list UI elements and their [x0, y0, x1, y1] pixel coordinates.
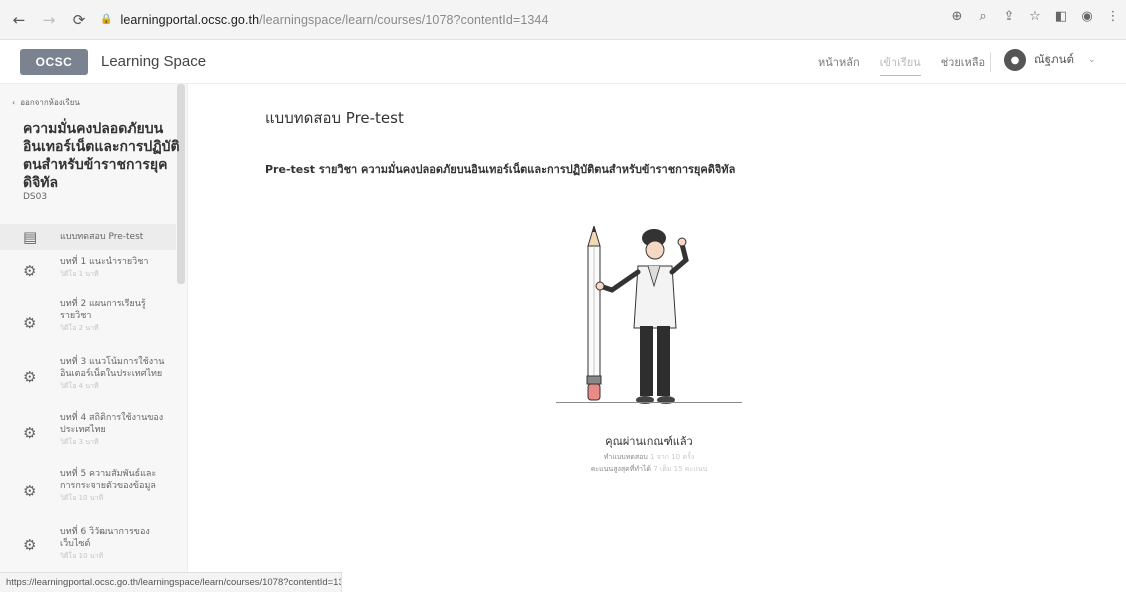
- lesson-item[interactable]: ⚙ บทที่ 6 วิวัฒนาการของเว็บไซต์ วิดีโอ 1…: [0, 524, 176, 570]
- lesson-duration: วิดีโอ 4 นาที: [60, 382, 99, 390]
- nav-home[interactable]: หน้าหลัก: [818, 53, 860, 76]
- lesson-title: บทที่ 3 แนวโน้มการใช้งานอินเตอร์เน็ตในปร…: [60, 357, 165, 379]
- nav-learn[interactable]: เข้าเรียน: [879, 53, 921, 76]
- lesson-duration: วิดีโอ 10 นาที: [60, 552, 104, 560]
- url-path: /learningspace/learn/courses/1078?conten…: [259, 12, 549, 27]
- attempts-line: ทำแบบทดสอบ 1 จาก 10 ครั้ง: [534, 452, 764, 463]
- lesson-title: บทที่ 2 แผนการเรียนรู้รายวิชา: [60, 299, 146, 321]
- url-text[interactable]: learningportal.ocsc.go.th/learningspace/…: [120, 13, 548, 27]
- lesson-title: บทที่ 6 วิวัฒนาการของเว็บไซต์: [60, 527, 150, 549]
- lesson-duration: วิดีโอ 10 นาที: [60, 494, 104, 502]
- chevron-down-icon: ⌄: [1087, 55, 1096, 65]
- person-with-pencil-illustration: [586, 226, 689, 404]
- lesson-item[interactable]: ⚙ บทที่ 2 แผนการเรียนรู้รายวิชา วิดีโอ 2…: [0, 296, 176, 346]
- result-title: คุณผ่านเกณฑ์แล้ว: [605, 435, 693, 448]
- pretest-subtitle: Pre-test รายวิชา ความมั่นคงปลอดภัยบนอินเ…: [265, 163, 736, 176]
- sidepanel-icon[interactable]: ◧: [1054, 9, 1068, 24]
- best-score-label: คะแนนสูงสุดที่ทำได้: [590, 465, 651, 473]
- back-to-classroom-link[interactable]: ‹ ออกจากห้องเรียน: [12, 96, 80, 109]
- video-lesson-icon: ⚙: [23, 368, 37, 386]
- browser-toolbar: ← → ⟳ 🔒 learningportal.ocsc.go.th/learni…: [0, 0, 1126, 40]
- ocsc-logo[interactable]: OCSC: [20, 48, 88, 75]
- quiz-icon: ▤: [23, 228, 38, 246]
- video-lesson-icon: ⚙: [23, 424, 37, 442]
- nav-help[interactable]: ช่วยเหลือ: [941, 53, 985, 76]
- lesson-item[interactable]: ▤ แบบทดสอบ Pre-test: [0, 224, 176, 250]
- app-name: Learning Space: [101, 53, 207, 70]
- back-label: ออกจากห้องเรียน: [20, 98, 80, 107]
- address-bar[interactable]: 🔒 learningportal.ocsc.go.th/learningspac…: [100, 6, 980, 34]
- lesson-item[interactable]: ⚙ บทที่ 3 แนวโน้มการใช้งานอินเตอร์เน็ตใน…: [0, 354, 176, 404]
- main-content: แบบทดสอบ Pre-test Pre-test รายวิชา ความม…: [188, 84, 1126, 572]
- url-domain: learningportal.ocsc.go.th: [120, 12, 260, 27]
- chevron-left-icon: ‹: [12, 98, 16, 107]
- attempts-value: 1 จาก 10 ครั้ง: [650, 453, 695, 461]
- browser-status-bar: https://learningportal.ocsc.go.th/learni…: [0, 572, 342, 592]
- lock-icon: 🔒: [100, 14, 113, 25]
- top-nav: หน้าหลัก เข้าเรียน ช่วยเหลือ: [818, 53, 985, 76]
- course-code: DS03: [23, 192, 48, 202]
- site-header: OCSC Learning Space หน้าหลัก เข้าเรียน ช…: [0, 40, 1126, 84]
- lesson-duration: วิดีโอ 1 นาที: [60, 270, 99, 278]
- bookmark-star-icon[interactable]: ☆: [1028, 9, 1042, 24]
- ground-line: [556, 402, 742, 403]
- avatar-icon: ●: [1004, 49, 1026, 71]
- page-title: แบบทดสอบ Pre-test: [265, 109, 404, 127]
- lesson-item[interactable]: ⚙ บทที่ 5 ความสัมพันธ์และการกระจายตัวของ…: [0, 466, 176, 516]
- course-title: ความมั่นคงปลอดภัยบนอินเทอร์เน็ตและการปฏิ…: [23, 121, 180, 191]
- lesson-title: บทที่ 5 ความสัมพันธ์และการกระจายตัวของข้…: [60, 469, 157, 491]
- video-lesson-icon: ⚙: [23, 314, 37, 332]
- lesson-title: แบบทดสอบ Pre-test: [60, 232, 144, 242]
- attempts-label: ทำแบบทดสอบ: [603, 453, 648, 461]
- lesson-title: บทที่ 1 แนะนำรายวิชา: [60, 257, 149, 267]
- video-lesson-icon: ⚙: [23, 536, 37, 554]
- header-divider: [990, 52, 991, 72]
- course-sidebar: ‹ ออกจากห้องเรียน ความมั่นคงปลอดภัยบนอิน…: [0, 84, 188, 572]
- lesson-duration: วิดีโอ 3 นาที: [60, 438, 99, 446]
- share-icon[interactable]: ⇪: [1002, 9, 1016, 24]
- zoom-icon[interactable]: ⌕: [976, 9, 990, 24]
- install-icon[interactable]: ⊕: [950, 9, 964, 24]
- back-icon[interactable]: ←: [8, 9, 30, 31]
- lesson-title: บทที่ 4 สถิติการใช้งานของประเทศไทย: [60, 413, 164, 435]
- user-name: ณัฐภนต์: [1034, 52, 1074, 66]
- profile-icon[interactable]: ◉: [1080, 9, 1094, 24]
- menu-icon[interactable]: ⋮: [1106, 9, 1120, 24]
- best-score-line: คะแนนสูงสุดที่ทำได้ 7 เต็ม 15 คะแนน: [534, 464, 764, 475]
- user-menu[interactable]: ● ณัฐภนต์ ⌄: [1004, 49, 1095, 71]
- video-lesson-icon: ⚙: [23, 262, 37, 280]
- lesson-duration: วิดีโอ 2 นาที: [60, 324, 99, 332]
- lesson-item[interactable]: ⚙ บทที่ 4 สถิติการใช้งานของประเทศไทย วิด…: [0, 410, 176, 458]
- video-lesson-icon: ⚙: [23, 482, 37, 500]
- best-score-value: 7 เต็ม 15 คะแนน: [653, 465, 708, 473]
- forward-icon[interactable]: →: [38, 9, 60, 31]
- lesson-item[interactable]: ⚙ บทที่ 1 แนะนำรายวิชา วิดีโอ 1 นาที: [0, 254, 176, 290]
- reload-icon[interactable]: ⟳: [68, 9, 90, 31]
- browser-actions: ⊕ ⌕ ⇪ ☆ ◧ ◉ ⋮: [950, 9, 1120, 24]
